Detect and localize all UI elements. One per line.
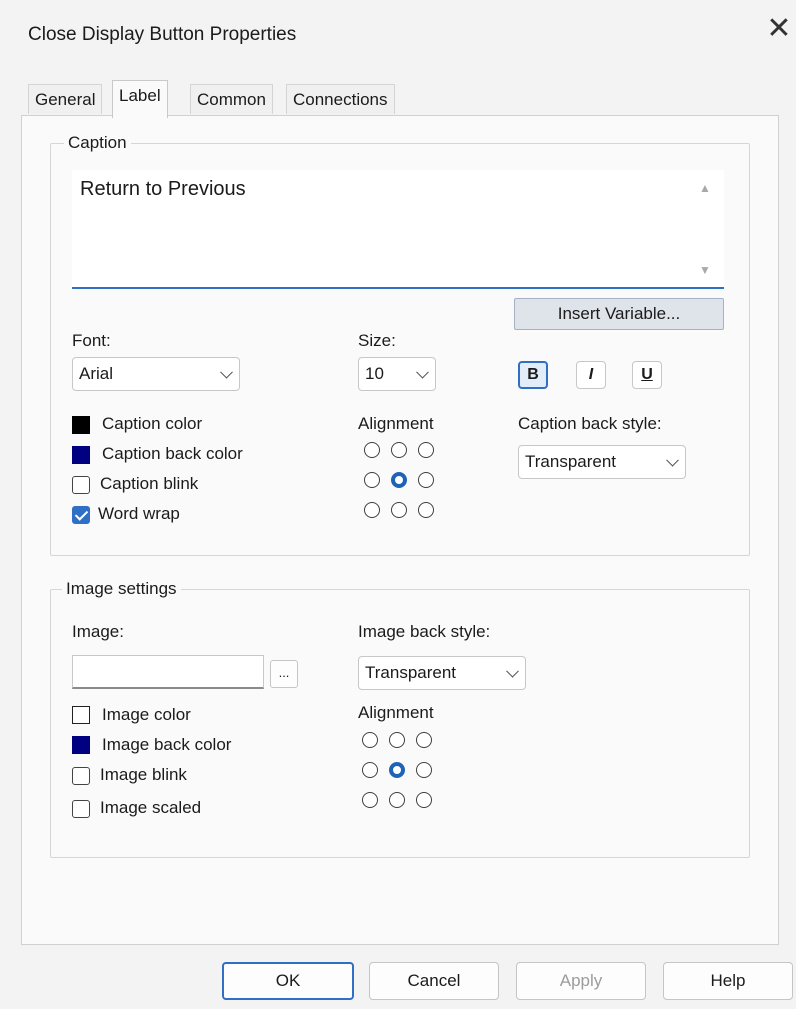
image-back-style-select[interactable]: Transparent: [358, 656, 526, 690]
align-bottom-center-radio[interactable]: [391, 502, 407, 518]
scroll-up-icon[interactable]: ▲: [699, 181, 711, 195]
underline-button[interactable]: U: [632, 361, 662, 389]
word-wrap-checkbox[interactable]: [72, 506, 90, 524]
image-color-swatch[interactable]: [72, 706, 90, 724]
caption-text-focus-line: [72, 287, 724, 289]
caption-back-style-value: Transparent: [525, 452, 617, 471]
image-scaled-label[interactable]: Image scaled: [100, 798, 201, 818]
caption-back-color-label[interactable]: Caption back color: [102, 444, 243, 464]
image-back-style-label: Image back style:: [358, 622, 491, 641]
image-blink-label[interactable]: Image blink: [100, 765, 187, 785]
img-align-bottom-center-radio[interactable]: [389, 792, 405, 808]
cancel-button[interactable]: Cancel: [369, 962, 499, 1000]
close-icon[interactable]: ✕: [764, 14, 794, 44]
img-align-middle-center-radio[interactable]: [389, 762, 405, 778]
tab-connections[interactable]: Connections: [286, 84, 395, 114]
img-align-bottom-left-radio[interactable]: [362, 792, 378, 808]
caption-alignment-label: Alignment: [358, 414, 434, 433]
chevron-down-icon: [220, 365, 233, 379]
apply-button[interactable]: Apply: [516, 962, 646, 1000]
scroll-down-icon[interactable]: ▼: [699, 263, 711, 277]
align-middle-right-radio[interactable]: [418, 472, 434, 488]
caption-back-color-swatch[interactable]: [72, 446, 90, 464]
align-top-left-radio[interactable]: [364, 442, 380, 458]
image-back-color-swatch[interactable]: [72, 736, 90, 754]
ok-button[interactable]: OK: [222, 962, 354, 1000]
chevron-down-icon: [416, 365, 429, 379]
img-align-top-left-radio[interactable]: [362, 732, 378, 748]
size-select[interactable]: 10: [358, 357, 436, 391]
image-alignment-grid: [362, 732, 442, 812]
img-align-middle-right-radio[interactable]: [416, 762, 432, 778]
align-top-center-radio[interactable]: [391, 442, 407, 458]
size-select-value: 10: [365, 364, 384, 383]
img-align-top-center-radio[interactable]: [389, 732, 405, 748]
align-middle-left-radio[interactable]: [364, 472, 380, 488]
align-middle-center-radio[interactable]: [391, 472, 407, 488]
align-bottom-right-radio[interactable]: [418, 502, 434, 518]
italic-button[interactable]: I: [576, 361, 606, 389]
image-label: Image:: [72, 622, 124, 641]
img-align-middle-left-radio[interactable]: [362, 762, 378, 778]
browse-image-button[interactable]: ...: [270, 660, 298, 688]
align-top-right-radio[interactable]: [418, 442, 434, 458]
caption-group-label: Caption: [64, 133, 131, 153]
align-bottom-left-radio[interactable]: [364, 502, 380, 518]
caption-alignment-grid: [364, 442, 444, 522]
chevron-down-icon: [506, 664, 519, 678]
caption-text-area[interactable]: Return to Previous: [72, 170, 724, 287]
caption-color-swatch[interactable]: [72, 416, 90, 434]
image-color-label[interactable]: Image color: [102, 705, 191, 725]
tab-label[interactable]: Label: [112, 80, 168, 118]
tab-strip: General Label Common Connections: [0, 80, 796, 118]
size-label: Size:: [358, 331, 396, 350]
caption-text-value: Return to Previous: [80, 178, 246, 200]
help-button[interactable]: Help: [663, 962, 793, 1000]
tab-common[interactable]: Common: [190, 84, 273, 114]
image-back-style-value: Transparent: [365, 663, 457, 682]
caption-back-style-label: Caption back style:: [518, 414, 662, 433]
chevron-down-icon: [666, 453, 679, 467]
dialog-title: Close Display Button Properties: [28, 24, 297, 45]
bold-button[interactable]: B: [518, 361, 548, 389]
img-align-bottom-right-radio[interactable]: [416, 792, 432, 808]
font-label: Font:: [72, 331, 111, 350]
image-settings-label: Image settings: [62, 579, 181, 599]
image-path-input[interactable]: [72, 655, 264, 689]
font-select[interactable]: Arial: [72, 357, 240, 391]
image-alignment-label: Alignment: [358, 703, 434, 722]
image-blink-checkbox[interactable]: [72, 767, 90, 785]
image-scaled-checkbox[interactable]: [72, 800, 90, 818]
caption-blink-label[interactable]: Caption blink: [100, 474, 198, 494]
tab-general[interactable]: General: [28, 84, 103, 114]
image-back-color-label[interactable]: Image back color: [102, 735, 231, 755]
word-wrap-label[interactable]: Word wrap: [98, 504, 180, 524]
caption-blink-checkbox[interactable]: [72, 476, 90, 494]
caption-back-style-select[interactable]: Transparent: [518, 445, 686, 479]
caption-color-label[interactable]: Caption color: [102, 414, 202, 434]
insert-variable-button[interactable]: Insert Variable...: [514, 298, 724, 330]
img-align-top-right-radio[interactable]: [416, 732, 432, 748]
font-select-value: Arial: [79, 364, 114, 383]
